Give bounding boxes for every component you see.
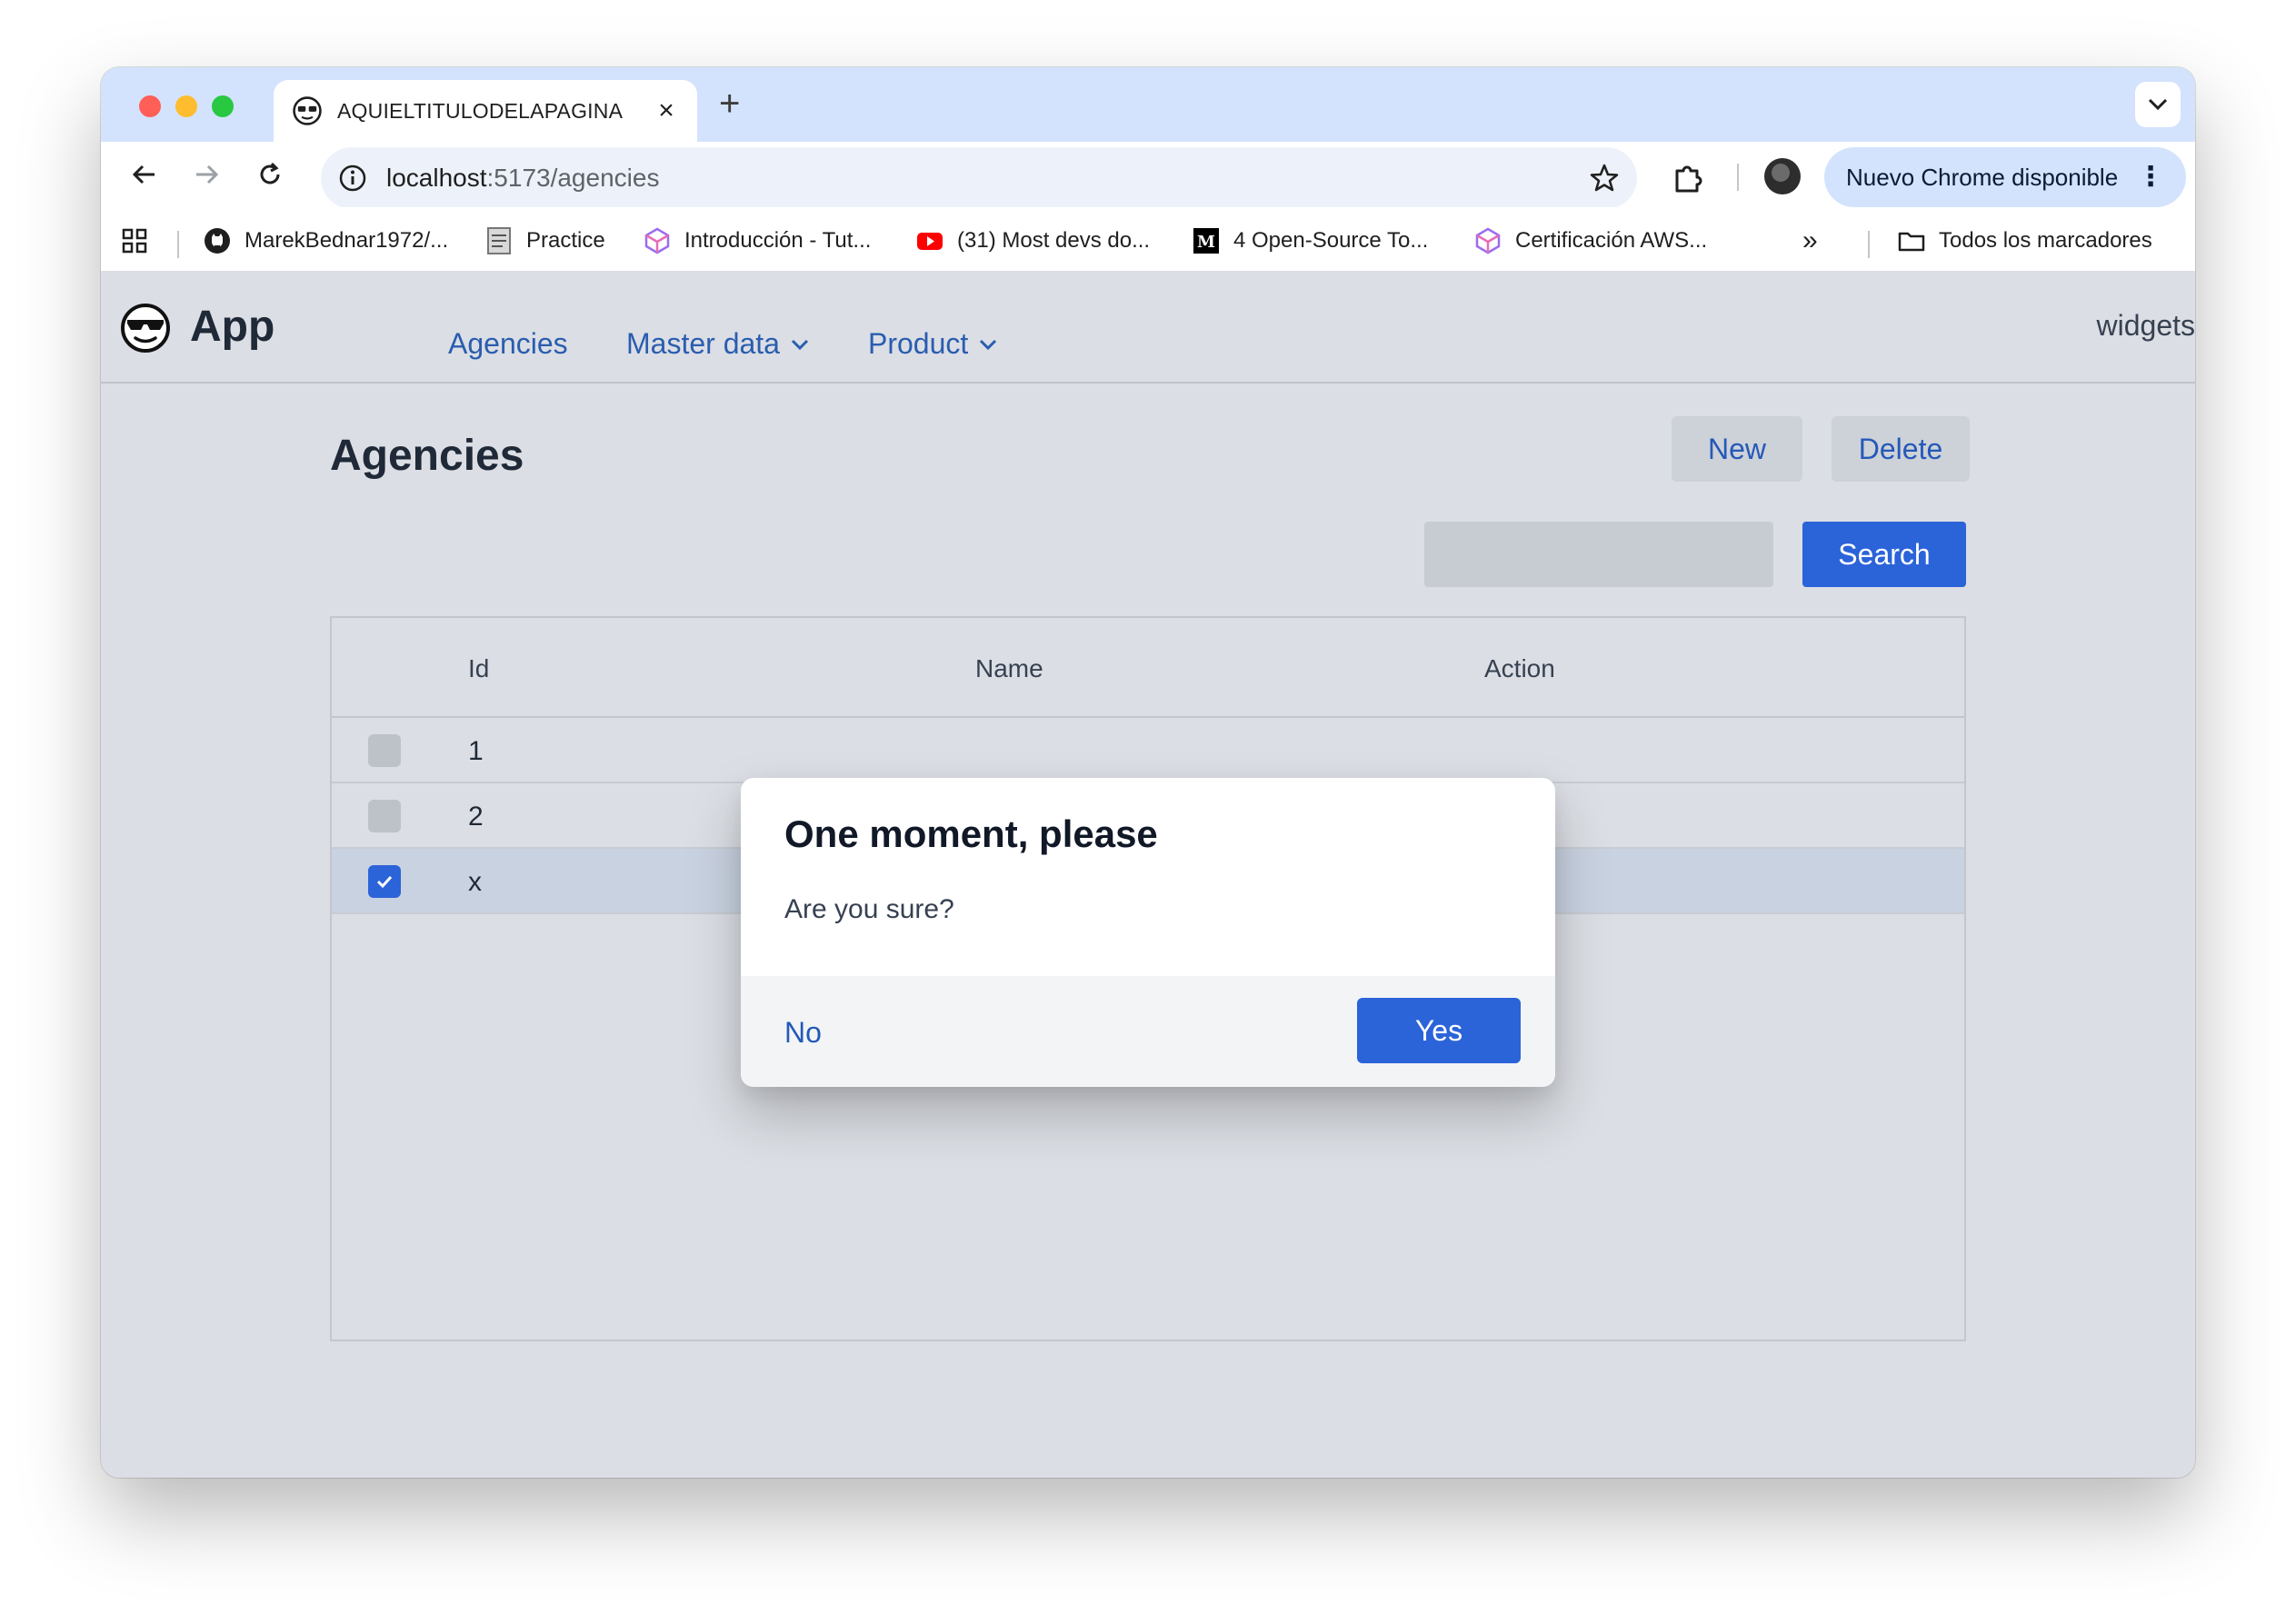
dialog-yes-button[interactable]: Yes <box>1357 998 1521 1063</box>
arrow-right-icon <box>196 164 219 184</box>
bookmark-label: (31) Most devs do... <box>957 228 1151 253</box>
minimize-window-button[interactable] <box>175 95 197 117</box>
row-checkbox-checked[interactable] <box>368 865 401 898</box>
all-bookmarks-label: Todos los marcadores <box>1939 228 2152 253</box>
browser-toolbar: localhost:5173/agencies Nuevo Chrome dis… <box>101 142 2195 209</box>
cube-icon <box>1473 226 1502 255</box>
bookmarks-bar: MarekBednar1972/... Practice Introducció… <box>101 207 2195 271</box>
bookmark-youtube[interactable]: (31) Most devs do... <box>915 225 1150 256</box>
new-button[interactable]: New <box>1672 416 1802 482</box>
chevron-down-icon <box>980 339 997 350</box>
tab-close-icon[interactable]: × <box>654 97 679 125</box>
nav-agencies-label: Agencies <box>448 327 568 360</box>
nav-product[interactable]: Product <box>868 327 997 361</box>
row-checkbox[interactable] <box>368 800 401 832</box>
all-bookmarks-folder[interactable]: Todos los marcadores <box>1897 225 2152 256</box>
url-text[interactable]: localhost:5173/agencies <box>386 164 1588 193</box>
folder-icon <box>1897 226 1926 255</box>
bookmark-star-icon[interactable] <box>1588 162 1621 194</box>
youtube-icon <box>915 226 944 255</box>
nav-master-data[interactable]: Master data <box>626 327 809 361</box>
maximize-window-button[interactable] <box>212 95 234 117</box>
confirm-dialog: One moment, please Are you sure? No Yes <box>741 778 1555 1087</box>
bookmark-label: MarekBednar1972/... <box>245 228 449 253</box>
dialog-message: Are you sure? <box>784 894 954 924</box>
sunglasses-face-icon <box>121 304 170 353</box>
app-page: App Agencies Master data Product widgets… <box>101 271 2195 1478</box>
widgets-link[interactable]: widgets <box>2097 309 2196 343</box>
column-header-action: Action <box>1484 654 1555 682</box>
profile-avatar[interactable] <box>1764 158 1801 194</box>
bookmark-label: 4 Open-Source To... <box>1233 228 1429 253</box>
table-row[interactable]: 1 <box>332 718 1964 783</box>
reload-icon <box>260 162 280 184</box>
bookmark-introduccion[interactable]: Introducción - Tut... <box>643 225 871 256</box>
tab-title: AQUIELTITULODELAPAGINA <box>337 98 624 123</box>
cell-id: 1 <box>468 736 484 766</box>
column-header-name: Name <box>975 654 1043 682</box>
sunglasses-face-icon <box>293 96 322 125</box>
apps-grid-button[interactable] <box>121 225 148 256</box>
cube-icon <box>643 226 672 255</box>
forward-button[interactable] <box>188 156 225 193</box>
nav-product-label: Product <box>868 327 969 360</box>
bookmark-label: Introducción - Tut... <box>684 228 872 253</box>
tab-search-button[interactable] <box>2135 82 2181 127</box>
new-tab-icon[interactable]: + <box>719 85 740 122</box>
bookmarks-separator <box>1868 231 1870 258</box>
back-button[interactable] <box>126 156 163 193</box>
browser-window: AQUIELTITULODELAPAGINA × + localhost:517… <box>101 67 2195 1478</box>
browser-tab-active[interactable]: AQUIELTITULODELAPAGINA × <box>274 80 697 142</box>
tab-strip: AQUIELTITULODELAPAGINA × + <box>101 67 2195 142</box>
chrome-update-chip[interactable]: Nuevo Chrome disponible ⋮ <box>1824 147 2186 207</box>
svg-text:M: M <box>1197 233 1215 252</box>
chevron-down-icon <box>2148 98 2168 111</box>
apps-grid-icon <box>122 228 147 254</box>
bookmark-medium[interactable]: M 4 Open-Source To... <box>1192 225 1428 256</box>
reload-button[interactable] <box>252 156 288 193</box>
more-bookmarks-button[interactable]: » <box>1802 225 1818 256</box>
nav-master-data-label: Master data <box>626 327 780 360</box>
chevron-down-icon <box>791 339 809 350</box>
info-icon[interactable] <box>337 163 368 194</box>
dialog-footer: No Yes <box>741 976 1555 1087</box>
medium-icon: M <box>1192 226 1221 255</box>
delete-button[interactable]: Delete <box>1832 416 1970 482</box>
bookmark-practice[interactable]: Practice <box>484 225 605 256</box>
column-header-id: Id <box>468 654 490 682</box>
table-header: Id Name Action <box>332 618 1964 718</box>
url-host: localhost <box>386 164 487 192</box>
url-path: :5173/agencies <box>486 164 660 192</box>
bookmark-label: Certificación AWS... <box>1515 228 1708 253</box>
row-checkbox[interactable] <box>368 734 401 767</box>
app-name: App <box>190 303 275 351</box>
bookmark-label: Practice <box>526 228 605 253</box>
checkmark-icon <box>376 875 393 889</box>
search-button[interactable]: Search <box>1802 522 1966 587</box>
arrow-left-icon <box>132 164 155 184</box>
page-title: Agencies <box>330 432 524 480</box>
github-icon <box>203 226 232 255</box>
close-window-button[interactable] <box>139 95 161 117</box>
nav-agencies[interactable]: Agencies <box>448 327 568 361</box>
extensions-puzzle-icon[interactable] <box>1670 160 1706 196</box>
cell-id: x <box>468 867 482 897</box>
search-input[interactable] <box>1424 522 1773 587</box>
toolbar-separator <box>1737 164 1739 191</box>
dialog-no-button[interactable]: No <box>784 1016 822 1050</box>
more-menu-icon[interactable]: ⋮ <box>2137 164 2164 191</box>
address-bar[interactable]: localhost:5173/agencies <box>321 147 1637 209</box>
bookmark-aws[interactable]: Certificación AWS... <box>1473 225 1707 256</box>
update-chip-label: Nuevo Chrome disponible <box>1846 163 2119 191</box>
app-header: App Agencies Master data Product widgets <box>101 271 2195 384</box>
bookmark-github[interactable]: MarekBednar1972/... <box>203 225 448 256</box>
cell-id: 2 <box>468 802 484 832</box>
bookmarks-separator <box>177 231 179 258</box>
practice-icon <box>484 226 514 255</box>
dialog-title: One moment, please <box>784 812 1158 855</box>
